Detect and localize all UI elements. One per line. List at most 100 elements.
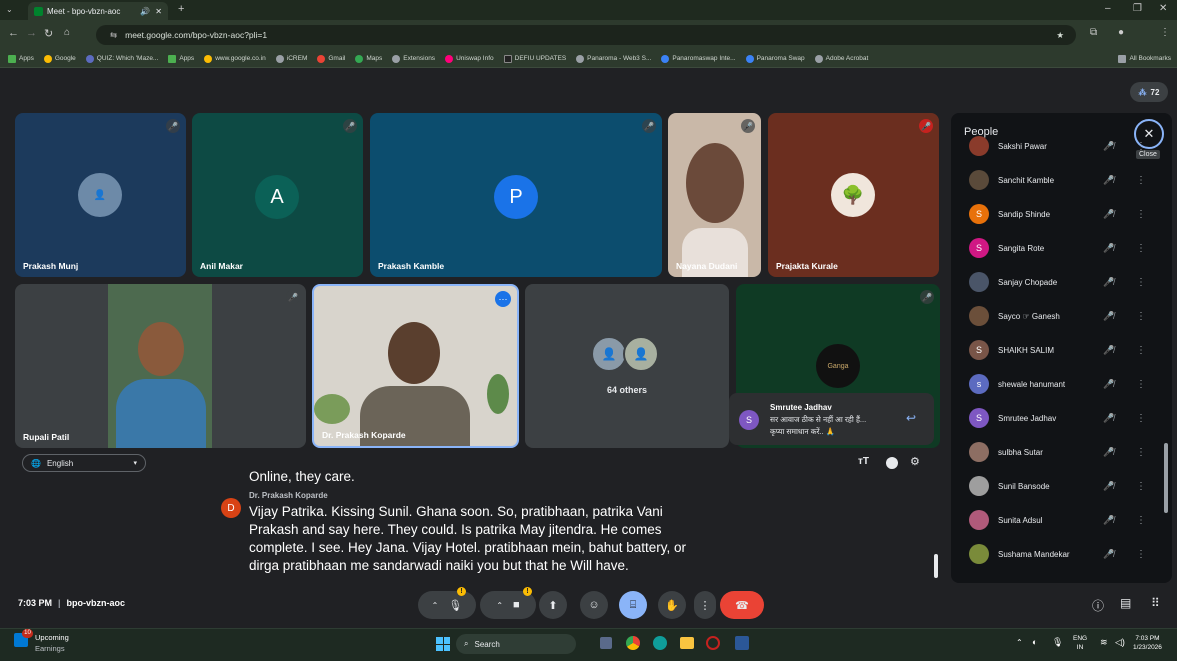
caption-language-select[interactable]: 🌐 English ▾	[22, 454, 146, 472]
volume-icon[interactable]: ◁)	[1115, 637, 1125, 648]
camera-icon[interactable]: ■	[513, 599, 520, 611]
more-vert-icon[interactable]: ⋮	[1136, 447, 1146, 458]
reload-icon[interactable]: ↻	[44, 27, 53, 40]
chevron-up-icon[interactable]: ⌃	[432, 601, 439, 610]
home-icon[interactable]: ⌂	[64, 27, 70, 38]
emoji-button[interactable]: ☺	[580, 591, 608, 619]
caption-font-size-icon[interactable]: тT	[858, 456, 869, 467]
forward-icon[interactable]: →	[26, 27, 37, 39]
more-options-button[interactable]: ⋮	[694, 591, 716, 619]
extensions-icon[interactable]: ⧉	[1090, 27, 1097, 38]
caption-settings-icon[interactable]: ⚙	[910, 455, 920, 468]
video-tile[interactable]: A 🎤 Anil Makar	[192, 113, 363, 277]
more-vert-icon[interactable]: ⋮	[1136, 243, 1146, 254]
photoshop-icon[interactable]	[735, 636, 749, 650]
wifi-icon[interactable]: ≋	[1100, 637, 1108, 648]
people-list-item[interactable]: S Sangita Rote 🎤̸ ⋮	[951, 231, 1172, 265]
video-tile[interactable]: 🎤 Nayana Dudani	[668, 113, 761, 277]
people-list-item[interactable]: Sunita Adsul 🎤̸ ⋮	[951, 503, 1172, 537]
people-list-item[interactable]: Sanjay Chopade 🎤̸ ⋮	[951, 265, 1172, 299]
more-vert-icon[interactable]: ⋮	[1136, 175, 1146, 186]
others-tile[interactable]: 👤 👤 64 others	[525, 284, 729, 448]
people-list-item[interactable]: Sakshi Pawar 🎤̸ ⋮	[951, 129, 1172, 163]
site-info-icon[interactable]: ⇆	[110, 30, 117, 41]
people-list-item[interactable]: S SHAIKH SALIM 🎤̸ ⋮	[951, 333, 1172, 367]
bookmark-item[interactable]: Panaroma - Web3 S...	[576, 54, 651, 63]
caption-color-icon[interactable]	[886, 457, 898, 469]
new-tab-icon[interactable]: +	[178, 3, 184, 15]
clock[interactable]: 7:03 PM 1/23/2026	[1133, 634, 1162, 652]
people-list-item[interactable]: s shewale hanumant 🎤̸ ⋮	[951, 367, 1172, 401]
tray-app-icon[interactable]: ◐	[1032, 637, 1037, 647]
windows-start-icon[interactable]	[436, 637, 450, 651]
bookmark-item[interactable]: Panaroma Swap	[745, 54, 805, 63]
bookmark-item[interactable]: Panaromaswap Inte...	[661, 54, 736, 63]
audio-icon[interactable]: 🔊	[140, 7, 150, 16]
video-tile-active-speaker[interactable]: ⋯ Dr. Prakash Koparde	[312, 284, 519, 448]
task-view-icon[interactable]	[600, 637, 612, 649]
browser-menu-icon[interactable]: ⋮	[1160, 27, 1170, 38]
more-vert-icon[interactable]: ⋮	[1136, 141, 1146, 152]
chevron-up-icon[interactable]: ⌃	[496, 601, 503, 610]
chat-icon[interactable]: ▤	[1120, 596, 1131, 610]
video-tile[interactable]: 🎤 Rupali Patil	[15, 284, 306, 448]
bookmark-star-icon[interactable]: ★	[1056, 30, 1064, 41]
video-tile[interactable]: 👤 🎤 Prakash Munj	[15, 113, 186, 277]
profile-icon[interactable]: ●	[1118, 27, 1124, 38]
video-tile[interactable]: P 🎤 Prakash Kamble	[370, 113, 662, 277]
video-tile[interactable]: 🌳 🎤 Prajakta Kurale	[768, 113, 939, 277]
more-vert-icon[interactable]: ⋮	[1136, 345, 1146, 356]
bookmark-item[interactable]: Adobe Acrobat	[814, 54, 868, 63]
caption-scrollbar[interactable]	[934, 554, 938, 578]
edge-icon[interactable]	[653, 636, 667, 650]
bookmark-item[interactable]: iCREM	[275, 54, 307, 63]
bookmark-item[interactable]: www.google.co.in	[204, 54, 266, 63]
browser-tab[interactable]: Meet - bpo-vbzn-aoc 🔊 ✕	[28, 2, 168, 20]
minimize-icon[interactable]: –	[1105, 3, 1111, 14]
bookmark-item[interactable]: DEFIU UPDATES	[503, 54, 566, 63]
people-list-item[interactable]: sulbha Sutar 🎤̸ ⋮	[951, 435, 1172, 469]
taskbar-search[interactable]: ⌕ Search	[456, 634, 576, 654]
chrome-icon[interactable]	[626, 636, 640, 650]
people-list-item[interactable]: Sunil Bansode 🎤̸ ⋮	[951, 469, 1172, 503]
participant-count-button[interactable]: ⁂ 72	[1130, 82, 1168, 102]
more-vert-icon[interactable]: ⋮	[1136, 311, 1146, 322]
chat-notification[interactable]: S Smrutee Jadhav सर आवाज ठीक से नहीं आ र…	[729, 393, 934, 445]
more-vert-icon[interactable]: ⋮	[1136, 277, 1146, 288]
microphone-icon[interactable]: 🎙	[448, 599, 462, 612]
more-vert-icon[interactable]: ⋮	[1136, 379, 1146, 390]
mic-control[interactable]: ⌃ 🎙	[418, 591, 476, 619]
tray-chevron-icon[interactable]: ⌃	[1016, 638, 1023, 647]
more-vert-icon[interactable]: ⋮	[1136, 481, 1146, 492]
leave-call-button[interactable]: ☎	[720, 591, 764, 619]
bookmark-item[interactable]: Uniswap Info	[445, 54, 494, 63]
all-bookmarks[interactable]: All Bookmarks	[1118, 54, 1171, 63]
meeting-details-icon[interactable]: ⓘ	[1092, 597, 1104, 614]
tray-mic-icon[interactable]: 🎙	[1052, 637, 1063, 648]
people-scrollbar[interactable]	[1164, 443, 1168, 513]
reply-icon[interactable]: ↩	[906, 411, 916, 425]
bookmark-item[interactable]: Apps	[168, 54, 194, 63]
app-icon[interactable]	[706, 636, 720, 650]
language-indicator[interactable]: ENG IN	[1073, 634, 1087, 652]
captions-button[interactable]: ⌸	[619, 591, 647, 619]
people-list-item[interactable]: Sushama Mandekar 🎤̸ ⋮	[951, 537, 1172, 571]
present-button[interactable]: ⬆	[539, 591, 567, 619]
more-options-icon[interactable]: ⋯	[495, 291, 511, 307]
more-vert-icon[interactable]: ⋮	[1136, 549, 1146, 560]
bookmark-item[interactable]: Google	[43, 54, 76, 63]
widget-subtitle[interactable]: Earnings	[35, 644, 65, 653]
file-explorer-icon[interactable]	[680, 637, 694, 649]
window-close-icon[interactable]: ✕	[1159, 3, 1167, 14]
more-vert-icon[interactable]: ⋮	[1136, 209, 1146, 220]
close-tab-icon[interactable]: ✕	[155, 7, 162, 16]
people-list-item[interactable]: S Smrutee Jadhav 🎤̸ ⋮	[951, 401, 1172, 435]
widget-title[interactable]: Upcoming	[35, 633, 69, 642]
people-list-item[interactable]: S Sandip Shinde 🎤̸ ⋮	[951, 197, 1172, 231]
bookmark-item[interactable]: QUIZ: Which 'Maze...	[85, 54, 158, 63]
restore-icon[interactable]: ❐	[1133, 3, 1142, 14]
url-input[interactable]: ⇆ meet.google.com/bpo-vbzn-aoc?pli=1 ★	[96, 25, 1076, 45]
tab-menu-icon[interactable]: ⌄	[6, 5, 13, 14]
people-list-item[interactable]: Sanchit Kamble 🎤̸ ⋮	[951, 163, 1172, 197]
activities-icon[interactable]: ⠿	[1151, 596, 1160, 610]
